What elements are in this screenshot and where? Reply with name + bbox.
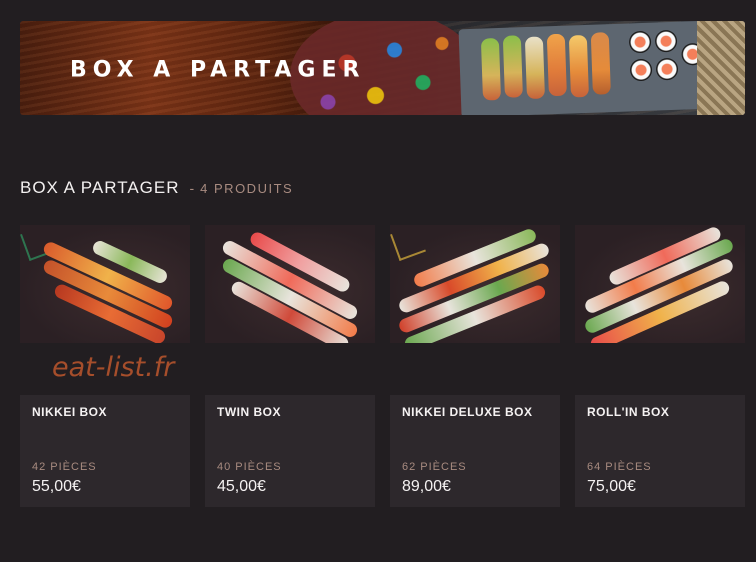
product-image-nikkei-box[interactable]: [20, 225, 190, 343]
section-header: BOX A PARTAGER -4 PRODUITS: [20, 178, 293, 198]
banner-basket-decor: [697, 21, 745, 115]
product-price: 75,00€: [587, 478, 636, 495]
product-name: ROLL'IN BOX: [587, 405, 670, 419]
product-image-rollin-box[interactable]: [575, 225, 745, 343]
product-pieces: 40 PIÈCES: [217, 461, 282, 473]
product-pieces: 62 PIÈCES: [402, 461, 467, 473]
product-name: NIKKEI DELUXE BOX: [402, 405, 533, 419]
watermark-text: eat-list.fr: [52, 352, 175, 383]
product-name: NIKKEI BOX: [32, 405, 108, 419]
product-count: 4 PRODUITS: [200, 181, 294, 196]
product-pieces: 64 PIÈCES: [587, 461, 652, 473]
banner-sushi-tray-image: [458, 21, 712, 115]
product-image-nikkei-deluxe-box[interactable]: [390, 225, 560, 343]
section-separator: -: [189, 180, 195, 196]
category-banner: BOX A PARTAGER: [20, 21, 745, 115]
product-card-nikkei-deluxe-box[interactable]: NIKKEI DELUXE BOX 62 PIÈCES 89,00€: [390, 395, 560, 507]
product-card-rollin-box[interactable]: ROLL'IN BOX 64 PIÈCES 75,00€: [575, 395, 745, 507]
product-price: 45,00€: [217, 478, 266, 495]
banner-title: BOX A PARTAGER: [70, 57, 366, 83]
product-name: TWIN BOX: [217, 405, 281, 419]
section-title: BOX A PARTAGER: [20, 178, 180, 197]
product-price: 89,00€: [402, 478, 451, 495]
product-card-nikkei-box[interactable]: NIKKEI BOX 42 PIÈCES 55,00€: [20, 395, 190, 507]
product-price: 55,00€: [32, 478, 81, 495]
leaf-badge-icon: [390, 225, 426, 261]
product-pieces: 42 PIÈCES: [32, 461, 97, 473]
product-image-twin-box[interactable]: [205, 225, 375, 343]
product-card-twin-box[interactable]: TWIN BOX 40 PIÈCES 45,00€: [205, 395, 375, 507]
